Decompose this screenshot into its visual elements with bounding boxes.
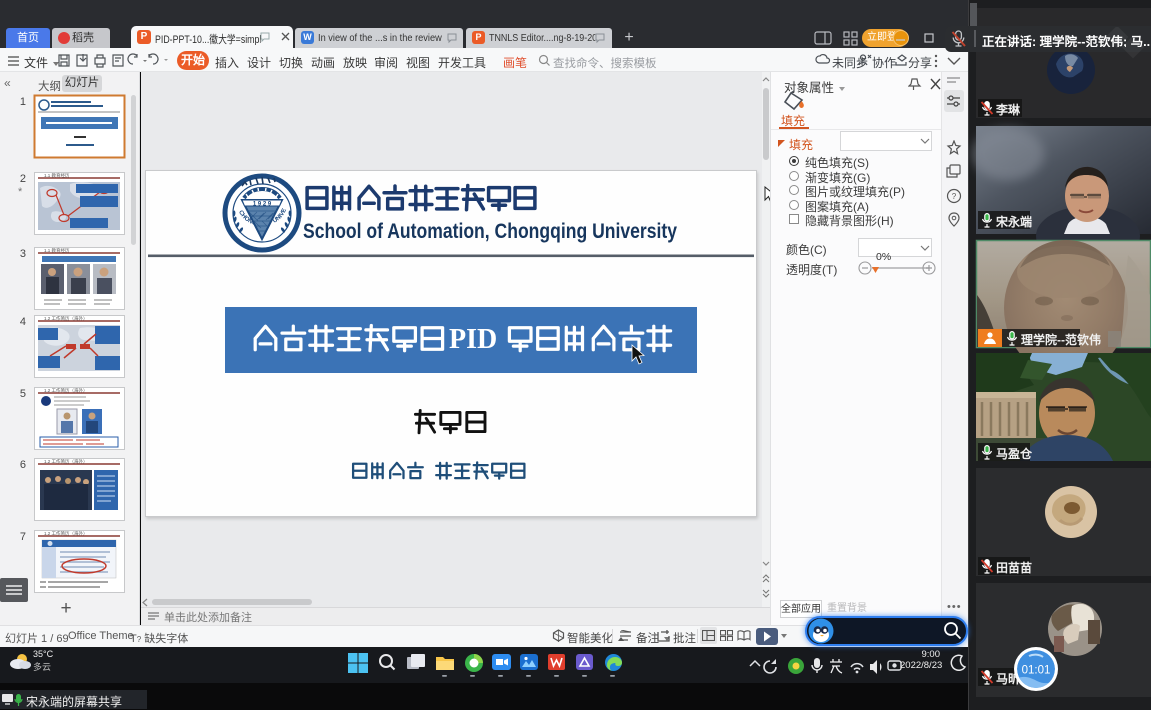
svg-text:School of Automation, Chongqin: School of Automation, Chongqing Universi… (303, 220, 677, 243)
svg-text:1.2 工作简历（海外）: 1.2 工作简历（海外） (44, 530, 88, 537)
svg-text:理学院--范钦伟: 理学院--范钦伟 (1021, 332, 1101, 347)
svg-text:4: 4 (20, 316, 26, 328)
svg-text:田苗苗: 田苗苗 (996, 560, 1032, 575)
svg-text:?: ? (952, 192, 957, 201)
svg-text:1.2 工作简历（海外）: 1.2 工作简历（海外） (44, 458, 88, 465)
svg-text:1 9 2 9: 1 9 2 9 (253, 202, 272, 208)
svg-text:PID: PID (449, 324, 497, 355)
svg-text:2: 2 (20, 173, 26, 185)
svg-text:1.1 教育经历: 1.1 教育经历 (44, 172, 70, 179)
svg-text:宋永端: 宋永端 (996, 214, 1032, 229)
svg-text:3: 3 (20, 248, 26, 260)
svg-text:1.2 工作简历（海外）: 1.2 工作简历（海外） (44, 387, 88, 394)
svg-text:李琳: 李琳 (995, 102, 1021, 117)
svg-text:1.2 工作简历（海外）: 1.2 工作简历（海外） (44, 315, 88, 322)
svg-text:01:01: 01:01 (1022, 665, 1051, 677)
svg-text:6: 6 (20, 459, 26, 471)
svg-text:*: * (18, 186, 23, 198)
svg-text:7: 7 (20, 531, 26, 543)
svg-text:马盈仓: 马盈仓 (996, 446, 1033, 461)
svg-text:1: 1 (20, 96, 26, 108)
svg-text:5: 5 (20, 388, 26, 400)
svg-text:1.1 教育经历: 1.1 教育经历 (44, 247, 70, 254)
